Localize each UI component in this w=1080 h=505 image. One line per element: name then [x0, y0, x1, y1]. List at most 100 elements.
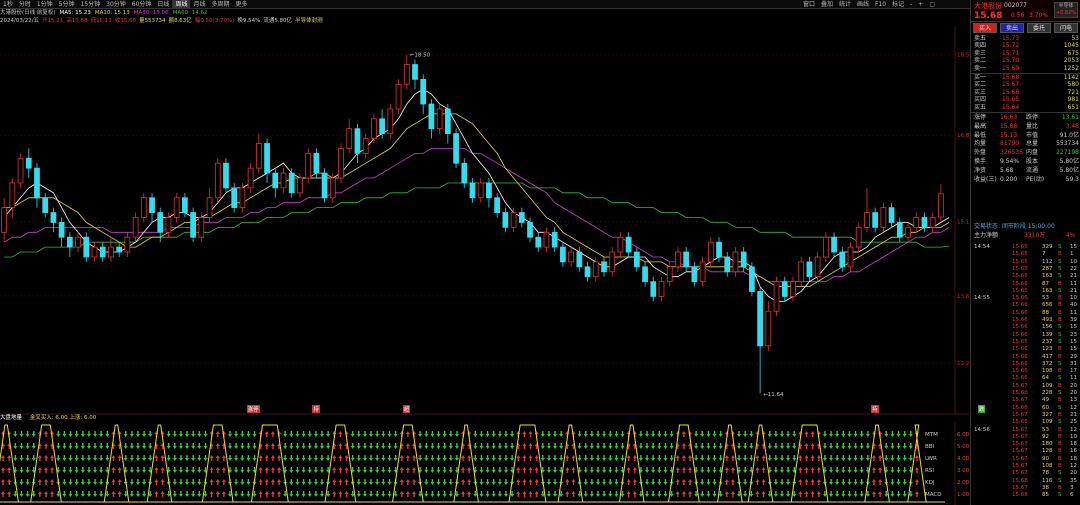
candle-body[interactable]	[477, 182, 484, 199]
ask-row[interactable]: 卖五 15.73 53	[974, 35, 1079, 42]
tab-11[interactable]: 更多	[232, 0, 250, 8]
candle-body[interactable]	[716, 241, 722, 258]
candle-body[interactable]	[929, 217, 936, 228]
candle-body[interactable]	[576, 251, 583, 268]
trade-button[interactable]: 委托	[1027, 23, 1051, 33]
candle-body[interactable]	[642, 266, 648, 283]
candle-body[interactable]	[198, 217, 205, 238]
candle-body[interactable]	[321, 172, 328, 199]
toolbar-right-item[interactable]: 统计	[836, 0, 854, 8]
candle-body[interactable]	[880, 207, 887, 228]
candle-body[interactable]	[99, 246, 106, 258]
candle-body[interactable]	[543, 231, 550, 248]
candle-body[interactable]	[453, 133, 459, 164]
candle-body[interactable]	[822, 236, 829, 258]
candle-body[interactable]	[749, 266, 755, 292]
candle-body[interactable]	[173, 197, 180, 218]
candle-body[interactable]	[34, 167, 40, 199]
candle-body[interactable]	[913, 217, 920, 228]
candle-body[interactable]	[806, 261, 813, 278]
candle-body[interactable]	[847, 246, 854, 268]
candle-body[interactable]	[436, 108, 443, 130]
bid-row[interactable]: 买五 15.64 651	[974, 104, 1079, 111]
candle-body[interactable]	[650, 281, 657, 297]
tab-5[interactable]: 30分钟	[103, 0, 129, 8]
candle-body[interactable]	[658, 281, 665, 297]
candle-body[interactable]	[247, 167, 254, 189]
candle-body[interactable]	[9, 182, 16, 209]
candle-body[interactable]	[231, 187, 238, 209]
candle-body[interactable]	[1, 207, 7, 233]
toolbar-right-item[interactable]: 叠加	[818, 0, 836, 8]
toolbar-right-item[interactable]: -	[907, 0, 915, 8]
candle-body[interactable]	[724, 256, 731, 273]
tab-6[interactable]: 60分钟	[129, 0, 155, 8]
tab-3[interactable]: 5分钟	[56, 0, 78, 8]
candle-body[interactable]	[765, 310, 772, 347]
toolbar-right-item[interactable]: F10	[872, 0, 889, 8]
candle-body[interactable]	[527, 222, 533, 238]
candle-body[interactable]	[91, 246, 98, 258]
ask-row[interactable]: 卖一 15.69 1252	[974, 65, 1079, 72]
candle-body[interactable]	[625, 236, 632, 253]
candle-body[interactable]	[371, 118, 377, 139]
candle-body[interactable]	[568, 251, 574, 263]
candle-body[interactable]	[699, 261, 706, 283]
candle-body[interactable]	[379, 118, 385, 135]
candle-body[interactable]	[50, 212, 57, 223]
candle-body[interactable]	[66, 236, 73, 248]
candle-body[interactable]	[888, 207, 895, 223]
tab-0[interactable]: 1秒	[0, 0, 16, 8]
candle-body[interactable]	[124, 236, 131, 253]
candle-body[interactable]	[116, 246, 123, 253]
bid-row[interactable]: 买二 15.67 580	[974, 81, 1079, 88]
candle-body[interactable]	[108, 246, 114, 258]
bid-row[interactable]: 买三 15.66 721	[974, 89, 1079, 96]
candle-body[interactable]	[905, 226, 911, 238]
candle-body[interactable]	[584, 266, 591, 278]
toolbar-right-item[interactable]: 标记	[889, 0, 907, 8]
candle-body[interactable]	[469, 182, 476, 199]
bid-row[interactable]: 买一 15.68 1142	[974, 74, 1079, 81]
candle-body[interactable]	[502, 212, 509, 228]
toolbar-right-item[interactable]: +	[915, 0, 926, 8]
trade-button[interactable]: 买入	[973, 23, 997, 33]
candle-body[interactable]	[190, 212, 196, 238]
candle-body[interactable]	[740, 251, 747, 268]
candle-body[interactable]	[896, 222, 903, 238]
tab-8[interactable]: 周线	[172, 0, 191, 8]
candle-body[interactable]	[354, 128, 361, 154]
candle-body[interactable]	[255, 143, 262, 169]
candle-body[interactable]	[666, 266, 673, 283]
indicator-chart[interactable]: MTM 6.00 BBI 5.00 LWR 4.00 RSI 3.00 KDJ 2.00 MACD 1…	[0, 422, 970, 505]
candle-body[interactable]	[855, 226, 862, 248]
candle-body[interactable]	[601, 261, 607, 273]
candle-body[interactable]	[560, 246, 566, 263]
tab-9[interactable]: 月线	[190, 0, 208, 8]
candle-body[interactable]	[864, 212, 870, 228]
candle-body[interactable]	[280, 172, 287, 189]
kline-chart[interactable]: 18.50 16.87 15.12 13.61 12.25 ←18.50 ←11.64	[0, 25, 970, 415]
candle-body[interactable]	[707, 241, 714, 263]
candle-body[interactable]	[428, 103, 435, 130]
tab-7[interactable]: 日线	[154, 0, 172, 8]
candle-body[interactable]	[518, 212, 525, 223]
bid-row[interactable]: 买四 15.65 981	[974, 96, 1079, 103]
candle-body[interactable]	[149, 197, 155, 213]
candle-body[interactable]	[140, 197, 147, 218]
candle-body[interactable]	[732, 251, 739, 273]
candle-body[interactable]	[510, 212, 517, 228]
tab-4[interactable]: 15分钟	[78, 0, 104, 8]
candle-body[interactable]	[223, 162, 229, 189]
toolbar-right-item[interactable]: 窗口	[800, 0, 818, 8]
candle-body[interactable]	[395, 83, 402, 110]
candle-body[interactable]	[165, 217, 172, 233]
candle-body[interactable]	[535, 236, 542, 248]
toolbar-right-item[interactable]: ▢	[926, 0, 938, 8]
candle-body[interactable]	[461, 162, 468, 184]
ask-row[interactable]: 卖三 15.71 675	[974, 50, 1079, 57]
candle-body[interactable]	[633, 251, 640, 268]
candle-body[interactable]	[206, 197, 213, 218]
candle-body[interactable]	[157, 212, 164, 233]
trade-button[interactable]: 闪电	[1054, 23, 1078, 33]
